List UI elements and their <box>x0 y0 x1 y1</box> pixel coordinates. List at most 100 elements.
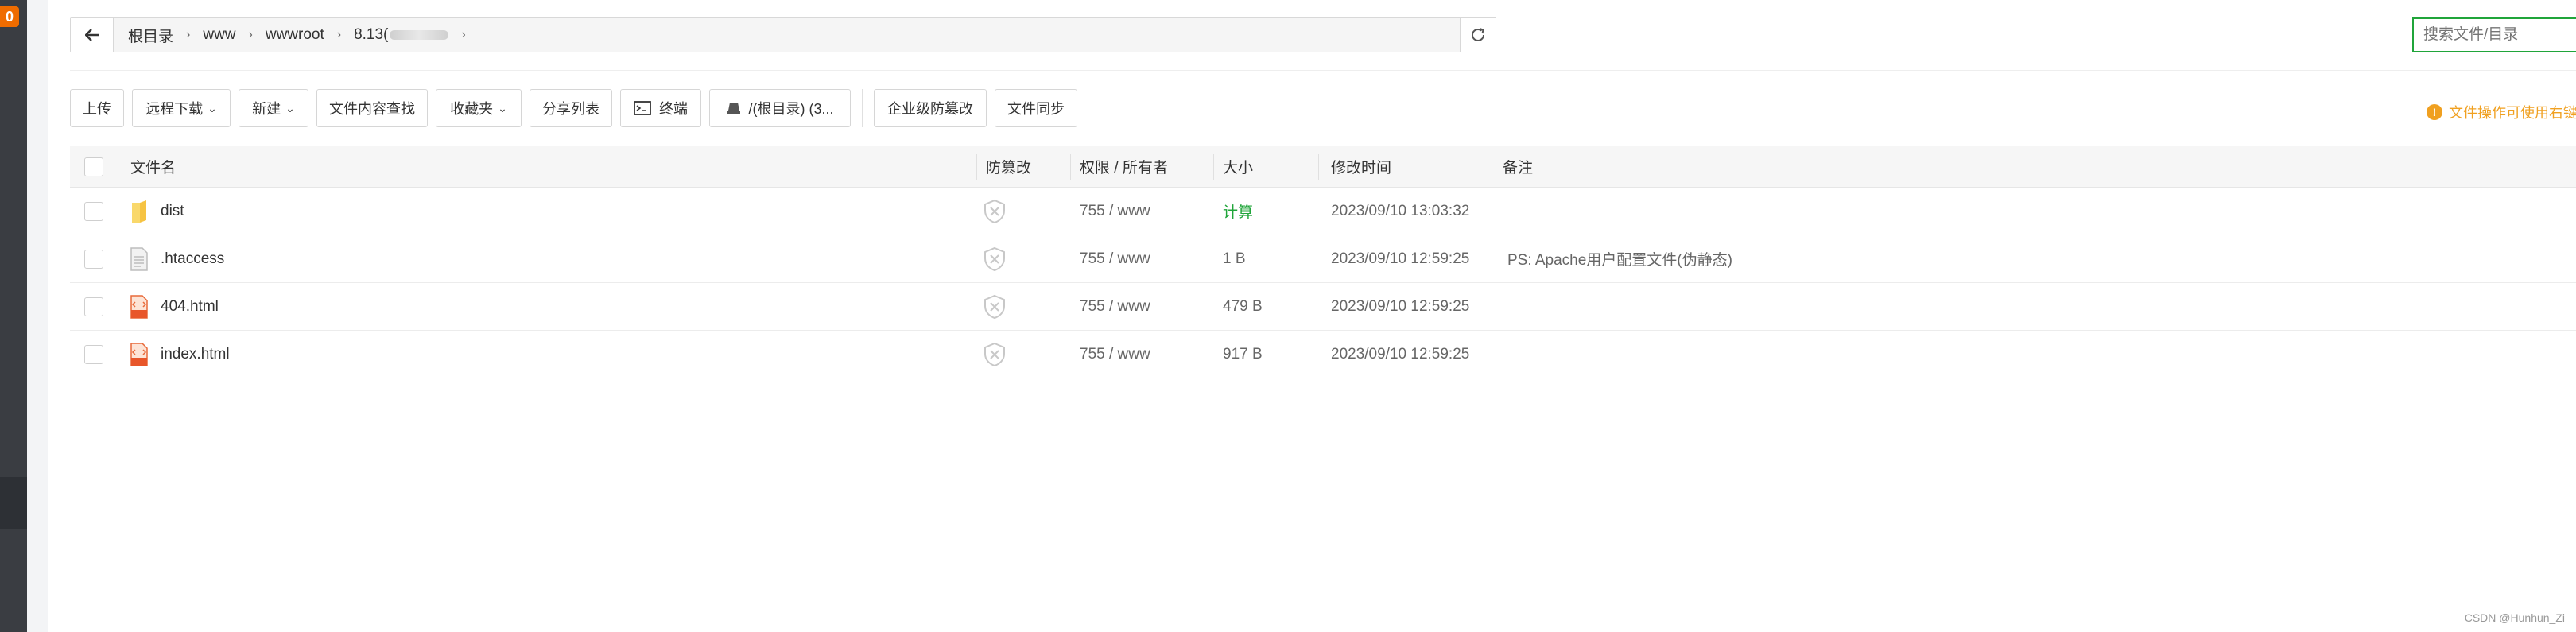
enterprise-protect-label: 企业级防篡改 <box>887 101 973 117</box>
column-separator <box>976 154 977 180</box>
toolbar: 上传 远程下载 ⌄ 新建 ⌄ 文件内容查找 收藏夹 ⌄ 分享列表 终端 /(根目录) … <box>70 89 1085 127</box>
file-table: 文件名 防篡改 权限 / 所有者 大小 修改时间 备注 dist 755 / w… <box>70 146 2576 378</box>
file-name[interactable]: dist <box>161 203 184 220</box>
right-click-tip: ! 文件操作可使用右键 <box>2427 102 2576 122</box>
share-list-button[interactable]: 分享列表 <box>530 89 612 127</box>
table-row[interactable]: .htaccess 755 / www 1 B 2023/09/10 12:59… <box>70 235 2576 283</box>
chevron-right-icon: › <box>336 28 342 41</box>
file-sync-label: 文件同步 <box>1007 101 1065 117</box>
chevron-down-icon: ⌄ <box>208 101 217 114</box>
breadcrumb: 根目录 › www › wwwroot › 8.13( › <box>114 18 471 52</box>
favorites-button[interactable]: 收藏夹 ⌄ <box>436 89 522 127</box>
shield-off-icon[interactable] <box>983 294 1007 320</box>
refresh-icon <box>1472 28 1484 41</box>
row-select-cell <box>84 188 103 235</box>
table-row[interactable]: index.html 755 / www 917 B 2023/09/10 12… <box>70 331 2576 378</box>
notification-badge[interactable]: 0 <box>0 6 19 27</box>
name-cell: .htaccess <box>130 235 224 282</box>
sidebar: 0 <box>0 0 27 632</box>
size-cell: 479 B <box>1223 297 1263 315</box>
terminal-label: 终端 <box>659 101 688 117</box>
new-label: 新建 <box>252 101 281 117</box>
select-all-checkbox[interactable] <box>84 157 103 176</box>
favorites-label: 收藏夹 <box>450 101 494 117</box>
column-separator <box>1070 154 1071 180</box>
file-sync-button[interactable]: 文件同步 <box>995 89 1077 127</box>
html-file-icon <box>130 342 148 366</box>
mtime-cell: 2023/09/10 12:59:25 <box>1331 250 1470 267</box>
chevron-down-icon: ⌄ <box>498 101 507 114</box>
chevron-right-icon: › <box>461 28 466 41</box>
refresh-button[interactable] <box>1460 17 1496 52</box>
breadcrumb-item-wwwroot[interactable]: wwwroot <box>258 26 332 44</box>
watermark: CSDN @Hunhun_Zi <box>2464 611 2565 624</box>
back-button[interactable] <box>71 18 114 52</box>
breadcrumb-item-root[interactable]: 根目录 <box>120 25 181 46</box>
select-all-cell <box>84 146 103 187</box>
protect-cell <box>983 331 1007 378</box>
row-checkbox[interactable] <box>84 201 103 221</box>
file-name[interactable]: 404.html <box>161 298 219 316</box>
permission-cell[interactable]: 755 / www <box>1080 283 1150 330</box>
html-file-icon <box>130 294 148 319</box>
table-row[interactable]: dist 755 / www 计算 2023/09/10 13:03:32 <box>70 188 2576 235</box>
header-permission: 权限 / 所有者 <box>1080 160 1168 176</box>
chevron-right-icon: › <box>248 28 253 41</box>
file-name[interactable]: index.html <box>161 346 230 363</box>
row-select-cell <box>84 283 103 330</box>
name-cell: index.html <box>130 331 230 378</box>
folder-icon <box>132 200 146 223</box>
content-search-button[interactable]: 文件内容查找 <box>316 89 428 127</box>
shield-off-icon[interactable] <box>983 342 1007 367</box>
row-checkbox[interactable] <box>84 344 103 364</box>
tip-text: 文件操作可使用右键 <box>2449 105 2576 121</box>
remote-download-button[interactable]: 远程下载 ⌄ <box>132 89 231 127</box>
column-separator <box>1318 154 1319 180</box>
search-input[interactable] <box>2412 17 2576 52</box>
disk-icon <box>727 101 741 115</box>
chevron-right-icon: › <box>186 28 191 41</box>
breadcrumb-site-label: 8.13( <box>354 26 389 43</box>
terminal-icon <box>634 101 651 115</box>
header-size[interactable]: 大小 <box>1223 146 1253 187</box>
header-name[interactable]: 文件名 <box>130 146 176 187</box>
content-search-label: 文件内容查找 <box>329 101 415 117</box>
row-select-cell <box>84 235 103 282</box>
table-header: 文件名 防篡改 权限 / 所有者 大小 修改时间 备注 <box>70 146 2576 188</box>
terminal-button[interactable]: 终端 <box>620 89 701 127</box>
protect-cell <box>983 188 1007 235</box>
shield-off-icon[interactable] <box>983 246 1007 272</box>
protect-cell <box>983 235 1007 282</box>
sidebar-active-item[interactable] <box>0 477 27 529</box>
permission-cell[interactable]: 755 / www <box>1080 331 1150 378</box>
note-cell[interactable]: PS: Apache用户配置文件(伪静态) <box>1507 235 1732 282</box>
redaction-mask <box>390 29 449 40</box>
remote-download-label: 远程下载 <box>145 101 204 117</box>
protect-cell <box>983 283 1007 330</box>
shield-off-icon[interactable] <box>983 199 1007 224</box>
permission-cell[interactable]: 755 / www <box>1080 235 1150 282</box>
disk-button[interactable]: /(根目录) (3... <box>709 89 851 127</box>
name-cell: 404.html <box>130 283 219 330</box>
breadcrumb-item-site[interactable]: 8.13( <box>346 26 456 44</box>
file-name[interactable]: .htaccess <box>161 250 224 268</box>
divider <box>70 70 2576 71</box>
header-note: 备注 <box>1503 160 1534 176</box>
path-bar: 根目录 › www › wwwroot › 8.13( › <box>70 17 1496 52</box>
size-cell: 917 B <box>1223 345 1263 363</box>
chevron-down-icon: ⌄ <box>285 101 295 114</box>
header-mtime[interactable]: 修改时间 <box>1331 146 1391 187</box>
info-icon: ! <box>2427 104 2442 120</box>
size-calc-link[interactable]: 计算 <box>1223 188 1253 235</box>
enterprise-protect-button[interactable]: 企业级防篡改 <box>874 89 987 127</box>
new-button[interactable]: 新建 ⌄ <box>239 89 308 127</box>
permission-cell[interactable]: 755 / www <box>1080 188 1150 235</box>
table-row[interactable]: 404.html 755 / www 479 B 2023/09/10 12:5… <box>70 283 2576 331</box>
breadcrumb-item-www[interactable]: www <box>195 26 243 44</box>
disk-label: /(根目录) (3... <box>748 101 834 117</box>
mtime-cell: 2023/09/10 12:59:25 <box>1331 345 1470 363</box>
upload-button[interactable]: 上传 <box>70 89 124 127</box>
row-checkbox[interactable] <box>84 249 103 269</box>
arrow-left-icon <box>84 29 99 41</box>
row-checkbox[interactable] <box>84 297 103 316</box>
